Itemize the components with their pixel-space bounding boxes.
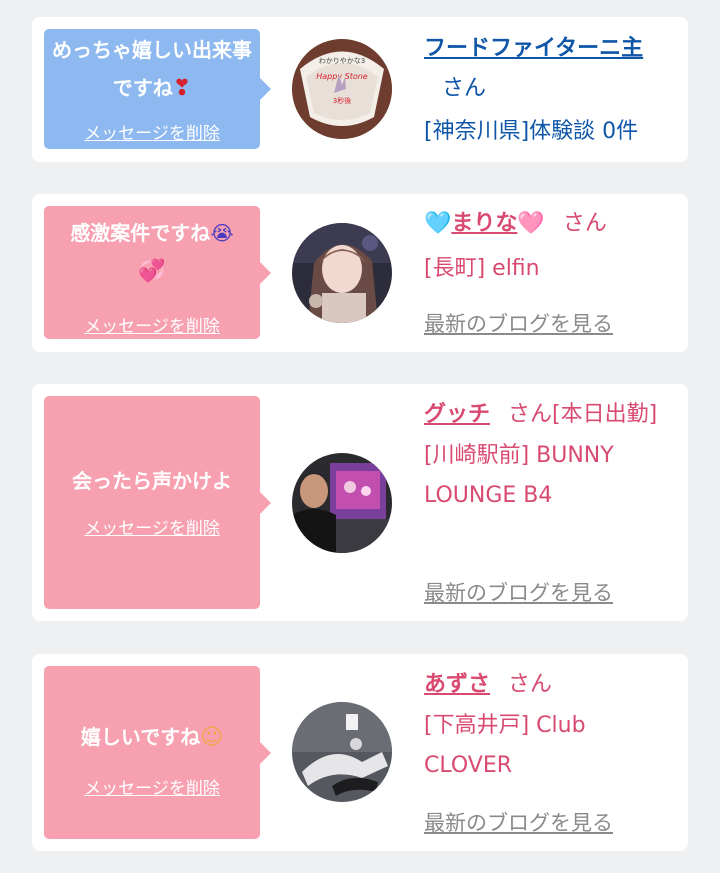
message-text: めっちゃ嬉しい出来事ですね❣	[52, 38, 252, 101]
sender-name-link[interactable]: あずさ	[424, 672, 490, 697]
latest-blog-link[interactable]: 最新のブログを見る	[424, 577, 613, 607]
sender-location: [長町] elfin	[424, 256, 540, 281]
attendance-status: [本日出勤]	[552, 402, 658, 427]
message-bubble: 感激案件ですね😭 💞 メッセージを削除	[44, 206, 271, 339]
avatar[interactable]	[292, 453, 392, 553]
message-text: 感激案件ですね😭 💞	[70, 221, 234, 284]
delete-message-link[interactable]: メッセージを削除	[44, 778, 260, 800]
sender-name-link[interactable]: グッチ	[424, 402, 490, 427]
message-card-2: 感激案件ですね😭 💞 メッセージを削除 🩵まりな🩷 さん [長町] elfin 最…	[32, 194, 688, 352]
sender-name-link[interactable]: まりな	[451, 211, 517, 236]
svg-text:3秒後: 3秒後	[333, 96, 351, 105]
latest-blog-link[interactable]: 最新のブログを見る	[424, 807, 613, 837]
avatar[interactable]	[292, 223, 392, 323]
sender-info: あずさ さん [下高井戸] Club CLOVER	[424, 665, 678, 786]
pink-heart-icon: 🩷	[517, 211, 545, 236]
delete-message-link[interactable]: メッセージを削除	[44, 316, 260, 338]
honorific: さん	[508, 672, 553, 697]
smiling-face-icon: ☺	[200, 725, 224, 750]
svg-text:わかりやかな3: わかりやかな3	[319, 57, 365, 65]
message-card-1: めっちゃ嬉しい出来事ですね❣ メッセージを削除 わかりやかな3 Happy St…	[32, 17, 688, 162]
message-card-4: 嬉しいですね☺ メッセージを削除 あずさ さん [下高井戸] Club CLOVE…	[32, 654, 688, 851]
message-bubble: 会ったら声かけよ メッセージを削除	[44, 396, 271, 609]
honorific: さん	[562, 211, 607, 236]
avatar[interactable]: わかりやかな3 Happy Stone 3秒後	[292, 39, 392, 139]
sender-info: 🩵まりな🩷 さん [長町] elfin	[424, 204, 678, 289]
sender-info: グッチ さん[本日出勤] [川崎駅前] BUNNY LOUNGE B4	[424, 395, 678, 516]
avatar[interactable]	[292, 702, 392, 802]
sender-location: [川崎駅前] BUNNY LOUNGE B4	[424, 443, 614, 508]
crying-face-icon: 😭	[210, 221, 234, 245]
honorific: さん	[508, 402, 553, 427]
svg-text:Happy Stone: Happy Stone	[316, 72, 368, 81]
delete-message-link[interactable]: メッセージを削除	[44, 123, 260, 145]
sender-location: [下高井戸] Club CLOVER	[424, 713, 586, 778]
latest-blog-link[interactable]: 最新のブログを見る	[424, 308, 613, 338]
sender-name-link[interactable]: フードファイターニ主	[424, 36, 643, 61]
delete-message-link[interactable]: メッセージを削除	[44, 518, 260, 540]
message-bubble: 嬉しいですね☺ メッセージを削除	[44, 666, 271, 839]
message-text: 会ったら声かけよ	[72, 469, 232, 493]
sender-info: フードファイターニ主さん [神奈川県]体験談 0件	[424, 29, 678, 152]
message-bubble: めっちゃ嬉しい出来事ですね❣ メッセージを削除	[44, 29, 271, 149]
message-card-3: 会ったら声かけよ メッセージを削除 グッチ さん[本日出勤] [川崎駅前] BUN…	[32, 384, 688, 621]
message-text: 嬉しいですね☺	[80, 725, 224, 750]
hearts-icon: 💞	[138, 259, 166, 284]
honorific: さん	[442, 76, 487, 101]
heart-exclamation-icon: ❣	[172, 76, 192, 101]
sender-location: [神奈川県]体験談 0件	[424, 119, 639, 144]
blue-heart-icon: 🩵	[424, 211, 452, 236]
